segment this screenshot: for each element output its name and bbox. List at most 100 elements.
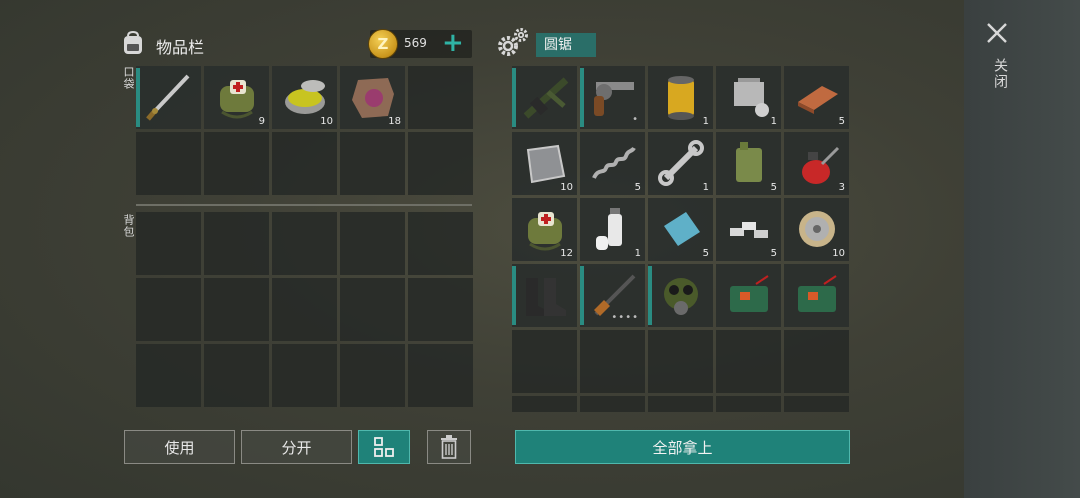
ammo-dots: ••••	[611, 312, 639, 323]
item-quantity: 1	[702, 182, 709, 193]
pocket-slot[interactable]: 18	[340, 66, 405, 129]
item-quantity: 5	[770, 182, 777, 193]
station-slot[interactable]	[784, 264, 849, 327]
station-slot[interactable]: 1	[716, 66, 781, 129]
backpack-slot[interactable]	[136, 344, 201, 407]
station-slot[interactable]	[580, 396, 645, 412]
durability-bar	[136, 68, 140, 127]
station-slot[interactable]: 3	[784, 132, 849, 195]
backpack-slot[interactable]	[408, 344, 473, 407]
medkit-bag-icon	[528, 212, 562, 251]
durability-bar	[512, 68, 516, 127]
backpack-slot[interactable]	[272, 278, 337, 341]
backpack-slot[interactable]	[204, 278, 269, 341]
station-slot[interactable]: 5	[716, 198, 781, 261]
station-slot[interactable]: •	[580, 66, 645, 129]
explosive-case-icon	[730, 275, 769, 312]
coin-icon: Z	[368, 29, 398, 59]
add-coins-button[interactable]: +	[442, 28, 464, 58]
backpack-slot[interactable]	[340, 278, 405, 341]
backpack-slot[interactable]	[340, 212, 405, 275]
station-slot[interactable]: 1	[648, 132, 713, 195]
station-slot[interactable]	[512, 330, 577, 393]
revolver-icon	[594, 82, 634, 116]
close-icon[interactable]	[986, 22, 1008, 44]
pocket-slot[interactable]	[408, 132, 473, 195]
station-slot[interactable]: 12	[512, 198, 577, 261]
backpack-slot[interactable]	[340, 344, 405, 407]
durability-bar	[580, 68, 584, 127]
station-slot[interactable]	[716, 396, 781, 412]
backpack-slot[interactable]	[272, 344, 337, 407]
station-slot[interactable]	[784, 396, 849, 412]
item-quantity: 9	[258, 116, 265, 127]
side-panel	[964, 0, 1080, 498]
split-button[interactable]: 分开	[241, 430, 352, 464]
station-slot[interactable]	[716, 264, 781, 327]
backpack-slot[interactable]	[272, 212, 337, 275]
station-slot[interactable]	[512, 264, 577, 327]
pocket-slot[interactable]	[340, 132, 405, 195]
pocket-slot[interactable]	[204, 132, 269, 195]
station-slot[interactable]: 1	[648, 66, 713, 129]
oil-filter-icon	[668, 76, 694, 120]
katana-icon	[146, 74, 190, 121]
pocket-slot[interactable]	[272, 132, 337, 195]
station-slot[interactable]	[648, 264, 713, 327]
backpack-slot[interactable]	[204, 212, 269, 275]
gas-mask-icon	[664, 278, 698, 315]
station-slot[interactable]: 5	[716, 132, 781, 195]
gears-icon	[498, 28, 528, 56]
backpack-label: 背包	[122, 214, 135, 238]
station-slot[interactable]	[512, 66, 577, 129]
station-slot[interactable]	[648, 330, 713, 393]
copper-ingot-icon	[798, 86, 838, 114]
station-slot[interactable]: ••••	[580, 264, 645, 327]
delete-button[interactable]	[427, 430, 471, 464]
wrench-icon	[658, 140, 704, 186]
pocket-slot[interactable]: 10	[272, 66, 337, 129]
item-quantity: 5	[770, 248, 777, 259]
station-slot[interactable]: 1	[580, 198, 645, 261]
item-quantity: 10	[832, 248, 845, 259]
station-slot[interactable]	[580, 330, 645, 393]
coin-balance: Z 569 +	[368, 28, 472, 59]
station-slot[interactable]	[716, 330, 781, 393]
pocket-slot[interactable]	[408, 66, 473, 129]
pocket-slot[interactable]	[136, 66, 201, 129]
trash-icon	[441, 435, 457, 459]
pocket-slot[interactable]: 9	[204, 66, 269, 129]
item-quantity: 12	[560, 248, 573, 259]
take-all-button[interactable]: 全部拿上	[515, 430, 850, 464]
coin-amount: 569	[404, 36, 427, 50]
station-slot[interactable]: 5	[784, 66, 849, 129]
metal-plate-icon	[526, 144, 566, 184]
item-quantity: 1	[634, 248, 641, 259]
wire-spool-icon	[799, 211, 835, 247]
station-slot[interactable]	[648, 396, 713, 412]
station-slot[interactable]: 5	[648, 198, 713, 261]
section-divider	[136, 204, 472, 206]
station-slot[interactable]	[512, 396, 577, 412]
pocket-slot[interactable]	[136, 132, 201, 195]
durability-bar	[648, 266, 652, 325]
inventory-title: 物品栏	[156, 38, 205, 57]
backpack-slot[interactable]	[408, 212, 473, 275]
pocket-grid: 9 10 18	[136, 66, 473, 195]
item-quantity: 10	[560, 182, 573, 193]
grenade-launcher-icon	[523, 77, 569, 119]
sort-button[interactable]	[358, 430, 410, 464]
backpack-slot[interactable]	[204, 344, 269, 407]
backpack-slot[interactable]	[136, 278, 201, 341]
backpack-slot[interactable]	[408, 278, 473, 341]
item-quantity: 10	[320, 116, 333, 127]
station-slot[interactable]	[784, 330, 849, 393]
ointment-jar-icon	[285, 80, 325, 114]
backpack-icon	[124, 30, 142, 54]
use-button[interactable]: 使用	[124, 430, 235, 464]
station-slot[interactable]: 10	[512, 132, 577, 195]
station-slot[interactable]: 10	[784, 198, 849, 261]
backpack-slot[interactable]	[136, 212, 201, 275]
station-slot[interactable]: 5	[580, 132, 645, 195]
close-label[interactable]: 关闭	[990, 58, 1010, 90]
